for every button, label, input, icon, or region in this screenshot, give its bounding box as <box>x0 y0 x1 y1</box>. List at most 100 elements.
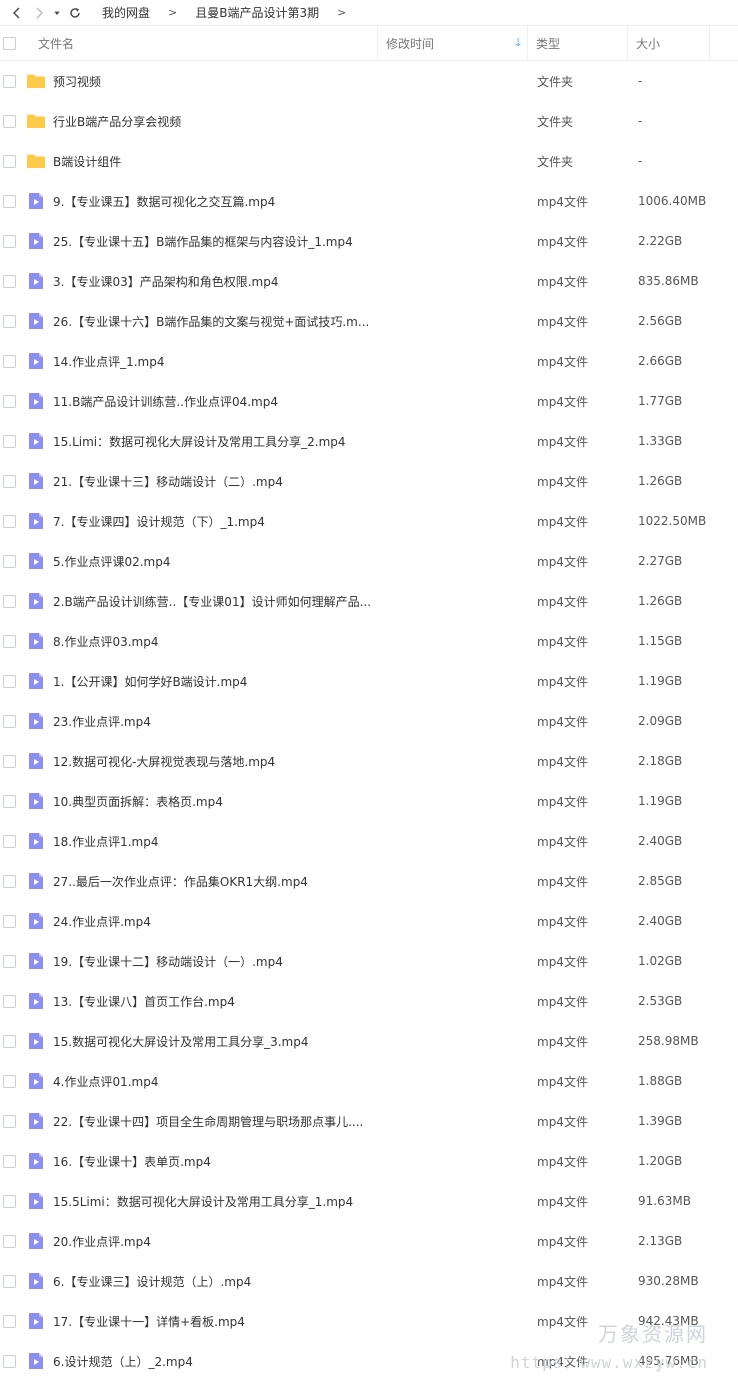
select-all-checkbox[interactable] <box>3 36 16 50</box>
row-checkbox[interactable] <box>3 674 16 688</box>
table-row[interactable]: 17.【专业课十一】详情+看板.mp4 mp4文件 942.43MB <box>0 1301 738 1341</box>
row-checkbox[interactable] <box>3 234 16 248</box>
file-name[interactable]: 26.【专业课十六】B端作品集的文案与视觉+面试技巧.m... <box>53 313 369 330</box>
file-name-cell[interactable]: 24.作业点评.mp4 <box>29 911 530 931</box>
row-checkbox[interactable] <box>3 834 16 848</box>
table-row[interactable]: 26.【专业课十六】B端作品集的文案与视觉+面试技巧.m... mp4文件 2.… <box>0 301 738 341</box>
table-row[interactable]: 2.B端产品设计训练营..【专业课01】设计师如何理解产品... mp4文件 1… <box>0 581 738 621</box>
table-row[interactable]: 19.【专业课十二】移动端设计（一）.mp4 mp4文件 1.02GB <box>0 941 738 981</box>
file-name[interactable]: 15.数据可视化大屏设计及常用工具分享_3.mp4 <box>53 1033 308 1050</box>
row-checkbox[interactable] <box>3 1274 16 1288</box>
table-row[interactable]: 行业B端产品分享会视频 文件夹 - <box>0 101 738 141</box>
table-row[interactable]: 18.作业点评1.mp4 mp4文件 2.40GB <box>0 821 738 861</box>
row-checkbox[interactable] <box>3 1354 16 1368</box>
table-row[interactable]: 8.作业点评03.mp4 mp4文件 1.15GB <box>0 621 738 661</box>
file-name-cell[interactable]: 21.【专业课十三】移动端设计（二）.mp4 <box>29 471 530 491</box>
file-name-cell[interactable]: 14.作业点评_1.mp4 <box>29 351 530 371</box>
row-checkbox[interactable] <box>3 714 16 728</box>
file-name-cell[interactable]: 18.作业点评1.mp4 <box>29 831 530 851</box>
file-name[interactable]: 3.【专业课03】产品架构和角色权限.mp4 <box>53 273 278 290</box>
row-checkbox[interactable] <box>3 114 16 128</box>
row-checkbox[interactable] <box>3 314 16 328</box>
row-checkbox[interactable] <box>3 274 16 288</box>
row-checkbox[interactable] <box>3 754 16 768</box>
file-name-cell[interactable]: 19.【专业课十二】移动端设计（一）.mp4 <box>29 951 530 971</box>
file-name[interactable]: 5.作业点评课02.mp4 <box>53 553 170 570</box>
file-name-cell[interactable]: 15.5Limi：数据可视化大屏设计及常用工具分享_1.mp4 <box>29 1191 530 1211</box>
file-name[interactable]: 17.【专业课十一】详情+看板.mp4 <box>53 1313 245 1330</box>
file-name[interactable]: 1.【公开课】如何学好B端设计.mp4 <box>53 673 247 690</box>
file-name[interactable]: 18.作业点评1.mp4 <box>53 833 158 850</box>
row-checkbox[interactable] <box>3 474 16 488</box>
row-checkbox[interactable] <box>3 1194 16 1208</box>
row-checkbox[interactable] <box>3 154 16 168</box>
row-checkbox[interactable] <box>3 594 16 608</box>
file-name[interactable]: 15.Limi：数据可视化大屏设计及常用工具分享_2.mp4 <box>53 433 346 450</box>
row-checkbox[interactable] <box>3 74 16 88</box>
table-row[interactable]: 15.5Limi：数据可视化大屏设计及常用工具分享_1.mp4 mp4文件 91… <box>0 1181 738 1221</box>
row-checkbox[interactable] <box>3 1154 16 1168</box>
file-name[interactable]: 23.作业点评.mp4 <box>53 713 151 730</box>
file-name-cell[interactable]: 9.【专业课五】数据可视化之交互篇.mp4 <box>29 191 530 211</box>
table-row[interactable]: 10.典型页面拆解：表格页.mp4 mp4文件 1.19GB <box>0 781 738 821</box>
table-row[interactable]: 23.作业点评.mp4 mp4文件 2.09GB <box>0 701 738 741</box>
column-header-size[interactable]: 大小 <box>628 26 710 60</box>
breadcrumb-current-folder[interactable]: 且曼B端产品设计第3期 <box>195 4 319 21</box>
file-name[interactable]: 22.【专业课十四】项目全生命周期管理与职场那点事儿.... <box>53 1113 363 1130</box>
table-row[interactable]: 22.【专业课十四】项目全生命周期管理与职场那点事儿.... mp4文件 1.3… <box>0 1101 738 1141</box>
back-button[interactable] <box>6 2 28 24</box>
row-checkbox[interactable] <box>3 554 16 568</box>
table-row[interactable]: 预习视频 文件夹 - <box>0 61 738 101</box>
file-name[interactable]: 13.【专业课八】首页工作台.mp4 <box>53 993 235 1010</box>
table-row[interactable]: 3.【专业课03】产品架构和角色权限.mp4 mp4文件 835.86MB <box>0 261 738 301</box>
file-name-cell[interactable]: 23.作业点评.mp4 <box>29 711 530 731</box>
file-name-cell[interactable]: B端设计组件 <box>27 151 530 171</box>
file-name-cell[interactable]: 17.【专业课十一】详情+看板.mp4 <box>29 1311 530 1331</box>
file-name-cell[interactable]: 16.【专业课十】表单页.mp4 <box>29 1151 530 1171</box>
file-name-cell[interactable]: 12.数据可视化-大屏视觉表现与落地.mp4 <box>29 751 530 771</box>
file-name-cell[interactable]: 10.典型页面拆解：表格页.mp4 <box>29 791 530 811</box>
file-name[interactable]: 27..最后一次作业点评：作品集OKR1大纲.mp4 <box>53 873 308 890</box>
file-name[interactable]: 16.【专业课十】表单页.mp4 <box>53 1153 211 1170</box>
table-row[interactable]: 14.作业点评_1.mp4 mp4文件 2.66GB <box>0 341 738 381</box>
file-name[interactable]: 8.作业点评03.mp4 <box>53 633 158 650</box>
file-name[interactable]: 20.作业点评.mp4 <box>53 1233 151 1250</box>
file-name-cell[interactable]: 8.作业点评03.mp4 <box>29 631 530 651</box>
table-row[interactable]: 9.【专业课五】数据可视化之交互篇.mp4 mp4文件 1006.40MB <box>0 181 738 221</box>
table-row[interactable]: 5.作业点评课02.mp4 mp4文件 2.27GB <box>0 541 738 581</box>
file-name[interactable]: 6.设计规范（上）_2.mp4 <box>53 1353 193 1370</box>
row-checkbox[interactable] <box>3 434 16 448</box>
table-row[interactable]: 13.【专业课八】首页工作台.mp4 mp4文件 2.53GB <box>0 981 738 1021</box>
table-row[interactable]: 11.B端产品设计训练营..作业点评04.mp4 mp4文件 1.77GB <box>0 381 738 421</box>
column-header-name[interactable]: 文件名 <box>30 26 378 60</box>
file-name[interactable]: 11.B端产品设计训练营..作业点评04.mp4 <box>53 393 278 410</box>
table-row[interactable]: B端设计组件 文件夹 - <box>0 141 738 181</box>
file-name[interactable]: 12.数据可视化-大屏视觉表现与落地.mp4 <box>53 753 275 770</box>
row-checkbox[interactable] <box>3 794 16 808</box>
row-checkbox[interactable] <box>3 1234 16 1248</box>
row-checkbox[interactable] <box>3 394 16 408</box>
row-checkbox[interactable] <box>3 914 16 928</box>
file-name[interactable]: 21.【专业课十三】移动端设计（二）.mp4 <box>53 473 283 490</box>
table-row[interactable]: 25.【专业课十五】B端作品集的框架与内容设计_1.mp4 mp4文件 2.22… <box>0 221 738 261</box>
table-row[interactable]: 6.【专业课三】设计规范（上）.mp4 mp4文件 930.28MB <box>0 1261 738 1301</box>
file-name-cell[interactable]: 行业B端产品分享会视频 <box>27 111 530 131</box>
table-row[interactable]: 4.作业点评01.mp4 mp4文件 1.88GB <box>0 1061 738 1101</box>
table-row[interactable]: 7.【专业课四】设计规范（下）_1.mp4 mp4文件 1022.50MB <box>0 501 738 541</box>
file-name[interactable]: 14.作业点评_1.mp4 <box>53 353 164 370</box>
file-name-cell[interactable]: 6.设计规范（上）_2.mp4 <box>29 1351 530 1371</box>
file-name[interactable]: 7.【专业课四】设计规范（下）_1.mp4 <box>53 513 265 530</box>
column-header-type[interactable]: 类型 <box>528 26 628 60</box>
row-checkbox[interactable] <box>3 1074 16 1088</box>
file-name-cell[interactable]: 25.【专业课十五】B端作品集的框架与内容设计_1.mp4 <box>29 231 530 251</box>
file-name[interactable]: 10.典型页面拆解：表格页.mp4 <box>53 793 223 810</box>
row-checkbox[interactable] <box>3 954 16 968</box>
file-name[interactable]: 4.作业点评01.mp4 <box>53 1073 158 1090</box>
file-name-cell[interactable]: 5.作业点评课02.mp4 <box>29 551 530 571</box>
file-name[interactable]: 15.5Limi：数据可视化大屏设计及常用工具分享_1.mp4 <box>53 1193 353 1210</box>
file-name-cell[interactable]: 1.【公开课】如何学好B端设计.mp4 <box>29 671 530 691</box>
column-header-mtime[interactable]: 修改时间 🡓 <box>378 26 528 60</box>
file-name-cell[interactable]: 11.B端产品设计训练营..作业点评04.mp4 <box>29 391 530 411</box>
table-row[interactable]: 6.设计规范（上）_2.mp4 mp4文件 495.76MB <box>0 1341 738 1381</box>
forward-button[interactable] <box>28 2 50 24</box>
